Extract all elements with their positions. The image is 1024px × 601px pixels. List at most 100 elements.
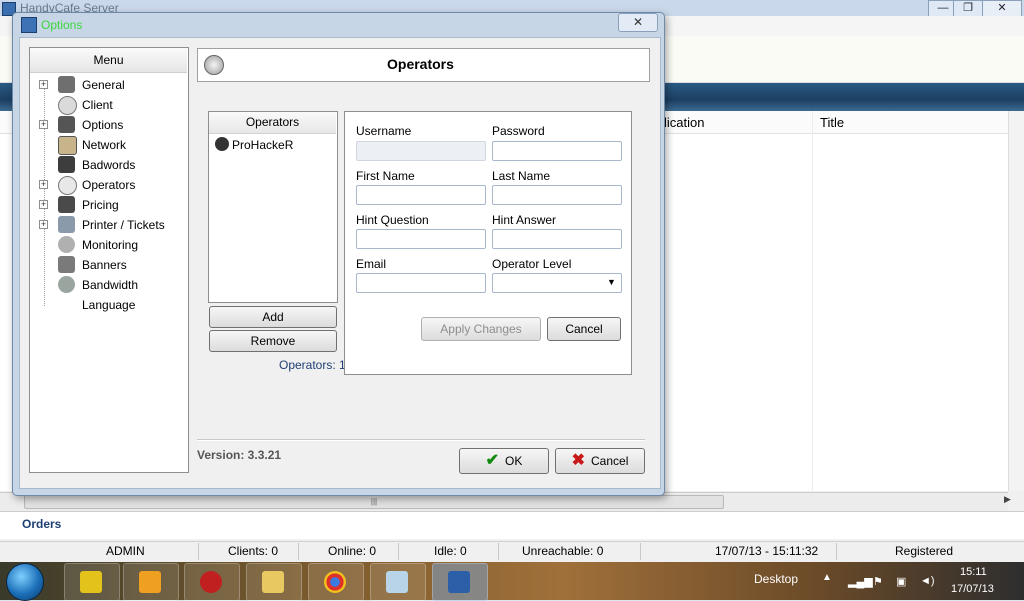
password-label: Password (492, 124, 545, 138)
menu-item-client[interactable]: Client (37, 95, 187, 115)
hint-answer-field[interactable] (492, 229, 622, 249)
first-name-field[interactable] (356, 185, 486, 205)
taskbar-handycafe[interactable] (432, 563, 488, 601)
check-icon: ✔ (485, 452, 500, 469)
taskbar-media-player[interactable] (123, 563, 179, 601)
maximize-button[interactable]: ❐ (953, 0, 983, 17)
operators-icon (58, 176, 77, 195)
expand-icon[interactable]: + (39, 80, 48, 89)
close-button[interactable]: ✕ (982, 0, 1022, 17)
operators-page-icon (204, 55, 224, 75)
menu-item-label: Bandwidth (82, 278, 139, 292)
chevron-down-icon[interactable]: ▼ (607, 277, 616, 287)
clock-time[interactable]: 15:11 (960, 566, 987, 578)
status-unreachable: Unreachable: 0 (522, 544, 604, 558)
status-bar (0, 541, 1024, 563)
tray-arrow-icon[interactable]: ▲ (822, 572, 832, 583)
signal-icon[interactable]: ▂▄▆ (848, 575, 873, 588)
handycafe-icon (448, 571, 470, 593)
status-separator (398, 543, 399, 560)
options-dialog-icon (21, 17, 37, 33)
network-icon[interactable]: ▣ (896, 575, 906, 588)
dialog-close-button[interactable]: ✕ (618, 13, 658, 32)
menu-item-monitoring[interactable]: Monitoring (37, 235, 187, 255)
banners-icon (58, 256, 75, 273)
desktop-toolbar-label[interactable]: Desktop (754, 572, 798, 586)
pes-icon (80, 571, 102, 593)
operators-list-header: Operators (209, 112, 336, 134)
download-icon (200, 571, 222, 593)
remove-operator-button[interactable]: Remove (209, 330, 337, 352)
general-icon (58, 76, 75, 93)
folder-icon (262, 571, 284, 593)
column-separator (812, 111, 813, 491)
scroll-right-icon[interactable]: ▶ (1004, 494, 1011, 505)
username-field[interactable] (356, 141, 486, 161)
menu-item-general[interactable]: + General (37, 75, 187, 95)
volume-icon[interactable]: ◄) (920, 575, 935, 587)
menu-item-label: Printer / Tickets (82, 218, 165, 232)
taskbar-pes[interactable] (64, 563, 120, 601)
menu-item-banners[interactable]: Banners (37, 255, 187, 275)
x-icon: ✖ (571, 452, 586, 469)
status-idle: Idle: 0 (434, 544, 467, 558)
last-name-label: Last Name (492, 169, 551, 183)
vertical-scrollbar[interactable] (1008, 111, 1024, 491)
expand-icon[interactable]: + (39, 120, 48, 129)
cancel-label: Cancel (591, 454, 629, 468)
status-separator (836, 543, 837, 560)
network-icon (58, 136, 77, 155)
scroll-thumb[interactable]: ||| (24, 495, 724, 509)
ok-label: OK (505, 454, 523, 468)
start-button[interactable] (6, 563, 44, 601)
flag-icon[interactable]: ⚑ (873, 575, 883, 588)
hint-question-field[interactable] (356, 229, 486, 249)
last-name-field[interactable] (492, 185, 622, 205)
password-field[interactable] (492, 141, 622, 161)
menu-item-pricing[interactable]: + Pricing (37, 195, 187, 215)
menu-item-network[interactable]: Network (37, 135, 187, 155)
notepad-icon (386, 571, 408, 593)
status-online: Online: 0 (328, 544, 377, 558)
taskbar-folder[interactable] (246, 563, 302, 601)
menu-item-label: Options (82, 118, 124, 132)
expand-icon[interactable]: + (39, 180, 48, 189)
operator-list-item[interactable]: ProHackeR (232, 138, 293, 152)
column-application[interactable]: lication (664, 115, 704, 130)
operator-level-select[interactable] (492, 273, 622, 293)
first-name-label: First Name (356, 169, 415, 183)
ok-button[interactable]: ✔ OK (459, 448, 549, 474)
menu-item-printer-tickets[interactable]: + Printer / Tickets (37, 215, 187, 235)
email-field[interactable] (356, 273, 486, 293)
options-icon (58, 116, 75, 133)
clock-date[interactable]: 17/07/13 (951, 583, 994, 595)
status-registration: Registered (895, 544, 954, 558)
monitoring-icon (58, 236, 75, 253)
expand-icon[interactable]: + (39, 220, 48, 229)
taskbar-notepad[interactable] (370, 563, 426, 601)
menu-item-operators[interactable]: + Operators (37, 175, 187, 195)
menu-item-bandwidth[interactable]: Bandwidth (37, 275, 187, 295)
form-cancel-button[interactable]: Cancel (547, 317, 621, 341)
add-operator-button[interactable]: Add (209, 306, 337, 328)
menu-item-badwords[interactable]: Badwords (37, 155, 187, 175)
status-datetime: 17/07/13 - 15:11:32 (715, 544, 819, 558)
expand-icon[interactable]: + (39, 200, 48, 209)
menu-item-options[interactable]: + Options (37, 115, 187, 135)
operators-count: Operators: 1 (279, 358, 346, 372)
menu-item-label: Network (82, 138, 127, 152)
page-title: Operators (387, 56, 454, 72)
chrome-icon (324, 571, 346, 593)
column-title[interactable]: Title (820, 115, 844, 130)
taskbar-download[interactable] (184, 563, 240, 601)
orders-tab[interactable]: Orders (22, 517, 61, 531)
client-icon (58, 96, 77, 115)
menu-item-label: Client (82, 98, 113, 112)
cancel-button[interactable]: ✖ Cancel (555, 448, 645, 474)
status-separator (198, 543, 199, 560)
menu-item-label: Operators (82, 178, 136, 192)
menu-item-language[interactable]: Language (37, 295, 187, 315)
taskbar-chrome[interactable] (308, 563, 364, 601)
version-label: Version: 3.3.21 (197, 448, 282, 462)
apply-changes-button[interactable]: Apply Changes (421, 317, 541, 341)
